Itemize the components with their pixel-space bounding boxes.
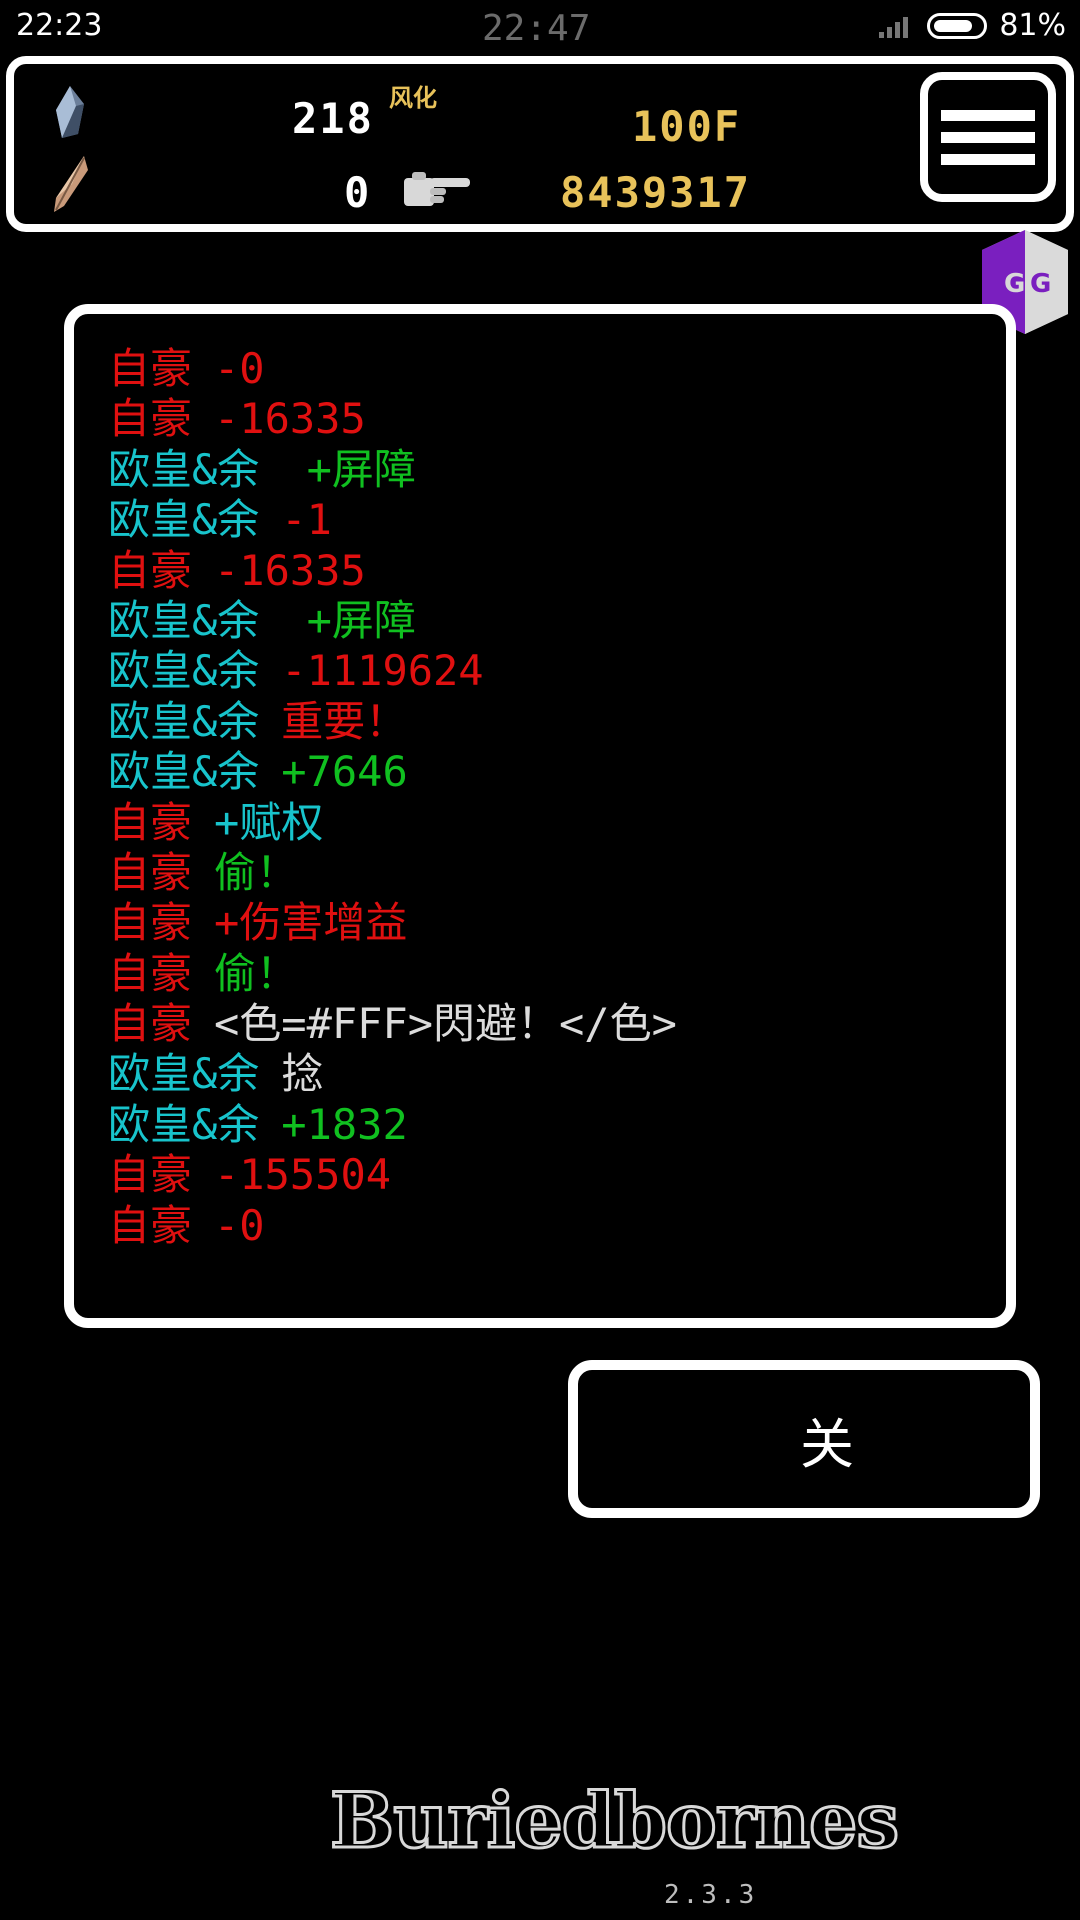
log-line: 欧皇&余 +7646 (108, 747, 677, 797)
log-value: 捻 (281, 1049, 324, 1099)
log-value: +屏障 (281, 595, 416, 645)
log-actor: 自豪 (108, 948, 193, 998)
log-actor: 自豪 (108, 1150, 193, 1200)
log-value: 偷！ (214, 948, 299, 998)
hud-panel: 218 风化 100F 0 8439317 (6, 56, 1074, 232)
log-value: <色=#FFF>閃避！</色> (214, 999, 677, 1049)
log-line: 自豪 偷！ (108, 848, 677, 898)
log-actor: 自豪 (108, 898, 193, 948)
log-actor: 自豪 (108, 545, 193, 595)
log-value: +屏障 (281, 444, 416, 494)
log-line: 自豪 -0 (108, 344, 677, 394)
quill-feather-icon (54, 156, 88, 212)
crystal-gem-icon (56, 86, 84, 138)
menu-bar (941, 131, 1035, 143)
status-tag: 风化 (389, 84, 437, 112)
gold-count: 8439317 (560, 168, 752, 217)
status-right: 81% (877, 8, 1066, 43)
log-actor: 自豪 (108, 394, 193, 444)
log-value: 重要！ (281, 696, 408, 746)
battery-icon (927, 12, 988, 39)
log-value: +7646 (281, 747, 408, 797)
log-line: 欧皇&余 +屏障 (108, 445, 677, 495)
battery-percent: 81% (999, 8, 1066, 43)
log-actor: 自豪 (108, 344, 193, 393)
log-actor: 欧皇&余 (108, 696, 260, 746)
log-line: 自豪 <色=#FFF>閃避！</色> (108, 999, 677, 1049)
log-value: -16335 (214, 394, 366, 444)
log-line: 自豪 +伤害增益 (108, 898, 677, 948)
menu-bar (941, 153, 1035, 165)
log-line: 欧皇&余 +1832 (108, 1100, 677, 1150)
log-actor: 自豪 (108, 847, 193, 897)
log-value: -155504 (214, 1150, 392, 1200)
svg-text:G: G (1004, 269, 1025, 299)
close-button[interactable]: 关 (568, 1360, 1040, 1518)
pointing-hand-icon (404, 172, 470, 206)
status-bar: 22:23 22:47 81% (0, 0, 1080, 56)
log-line: 欧皇&余 +屏障 (108, 596, 677, 646)
log-value: -1119624 (281, 646, 484, 696)
combat-log-panel: 自豪 -0 自豪 -16335 欧皇&余 +屏障 欧皇&余 -1 自豪 -16335 欧皇&余 +… (64, 304, 1016, 1328)
svg-text:G: G (1030, 269, 1051, 299)
log-line: 自豪 +赋权 (108, 798, 677, 848)
log-actor: 欧皇&余 (108, 747, 260, 797)
log-line: 自豪 -16335 (108, 546, 677, 596)
log-value: +1832 (281, 1099, 408, 1149)
log-actor: 自豪 (108, 999, 193, 1049)
gem-count: 218 (292, 94, 374, 143)
status-time: 22:23 (16, 8, 103, 43)
signal-icon (877, 12, 915, 40)
log-value: -0 (214, 1200, 265, 1250)
log-line: 自豪 -16335 (108, 394, 677, 444)
version-label: 2.3.3 (664, 1880, 758, 1910)
log-value: -0 (214, 344, 265, 393)
log-value: -1 (281, 495, 332, 545)
log-value: 偷！ (214, 847, 299, 897)
log-line: 自豪 -0 (108, 1201, 677, 1251)
log-value: +伤害增益 (214, 898, 408, 948)
log-actor: 欧皇&余 (108, 444, 260, 494)
log-value: -16335 (214, 545, 366, 595)
log-line: 欧皇&余 重要！ (108, 697, 677, 747)
game-logo: Buriedbornes (328, 1775, 900, 1867)
log-line: 欧皇&余捻 (108, 1049, 677, 1099)
log-actor: 自豪 (108, 1200, 193, 1250)
log-line: 欧皇&余 -1119624 (108, 646, 677, 696)
close-label: 关 (800, 1412, 854, 1476)
menu-bar (941, 109, 1035, 121)
log-actor: 自豪 (108, 797, 193, 847)
log-actor: 欧皇&余 (108, 595, 260, 645)
log-line: 自豪 偷！ (108, 949, 677, 999)
combat-log-list: 自豪 -0 自豪 -16335 欧皇&余 +屏障 欧皇&余 -1 自豪 -16335 欧皇&余 +… (108, 344, 677, 1251)
log-value: +赋权 (214, 797, 324, 847)
floor-indicator: 100F (632, 102, 742, 151)
feather-count: 0 (344, 168, 372, 217)
log-actor: 欧皇&余 (108, 1049, 260, 1099)
log-line: 自豪 -155504 (108, 1150, 677, 1200)
log-line: 欧皇&余 -1 (108, 495, 677, 545)
log-actor: 欧皇&余 (108, 1099, 260, 1149)
hamburger-menu-icon[interactable] (920, 72, 1056, 202)
center-time: 22:47 (482, 8, 591, 49)
log-actor: 欧皇&余 (108, 646, 260, 696)
log-actor: 欧皇&余 (108, 495, 260, 545)
